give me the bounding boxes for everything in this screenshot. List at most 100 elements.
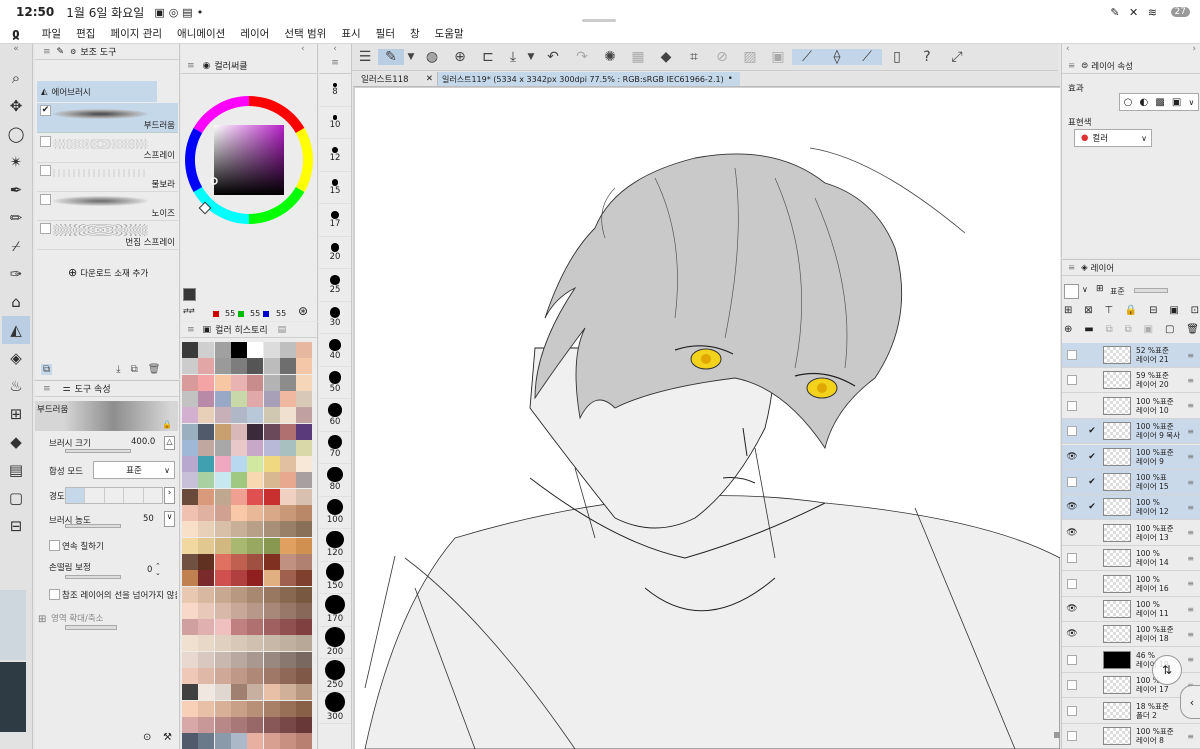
color-swatch[interactable] xyxy=(214,456,231,473)
panel-grip-icon[interactable]: ≡ xyxy=(187,325,195,335)
color-swatch[interactable] xyxy=(182,733,198,749)
color-swatch[interactable] xyxy=(198,651,215,668)
figure-tool-icon[interactable]: ⊞ xyxy=(2,400,30,428)
color-swatch[interactable] xyxy=(296,570,313,587)
invert-selection-icon[interactable]: ▨ xyxy=(736,49,764,65)
color-history-title[interactable]: 컬러 히스토리 xyxy=(215,323,268,336)
eraser-tool-icon[interactable]: ◈ xyxy=(2,344,30,372)
layer-row[interactable]: 100 %표준 레이어 10 ≡ xyxy=(1062,393,1200,419)
snap-special-icon[interactable]: ⟠ xyxy=(822,49,852,65)
save-icon[interactable]: ⤓ xyxy=(502,49,524,65)
color-swatch[interactable] xyxy=(198,358,215,375)
panel-grip-icon[interactable]: ≡ xyxy=(43,384,51,394)
color-swatch[interactable] xyxy=(296,456,313,473)
brush-size-item[interactable]: 17 xyxy=(319,204,351,237)
menu-selection[interactable]: 선택 범위 xyxy=(284,26,326,41)
wrench-icon[interactable]: ⚒ xyxy=(163,732,172,743)
menu-animation[interactable]: 애니메이션 xyxy=(177,26,225,41)
brush-size-item[interactable]: 300 xyxy=(319,692,351,724)
color-swatch[interactable] xyxy=(230,651,247,668)
visibility-checkbox[interactable] xyxy=(1067,680,1077,691)
color-swatch[interactable] xyxy=(247,668,264,684)
color-swatch[interactable] xyxy=(214,635,231,652)
lasso-tool-icon[interactable]: ◯ xyxy=(2,120,30,148)
color-swatch[interactable] xyxy=(279,700,296,717)
brush-size-item[interactable]: 50 xyxy=(319,367,351,399)
color-swatch[interactable] xyxy=(247,733,264,749)
border-effect-icon[interactable]: ○ xyxy=(1124,97,1133,108)
color-swatch[interactable] xyxy=(182,472,198,489)
fill-icon[interactable]: ◆ xyxy=(652,49,680,65)
color-swatch[interactable] xyxy=(263,733,280,749)
brush-density-value[interactable]: 50 xyxy=(143,514,154,524)
color-swatch[interactable] xyxy=(182,439,198,456)
frame-tool-icon[interactable]: ▢ xyxy=(2,484,30,512)
layer-row[interactable]: 100 % 레이어 16 ≡ xyxy=(1062,571,1200,597)
clear-icon[interactable]: ▦ xyxy=(624,49,652,65)
color-swatch[interactable] xyxy=(182,505,198,521)
swap-color-icon[interactable]: ⇄⇄ xyxy=(183,307,195,315)
color-swatch[interactable] xyxy=(182,488,198,505)
snap-grid-icon[interactable]: ⟋ xyxy=(852,49,882,65)
brush-size-item[interactable]: 150 xyxy=(319,562,351,594)
color-swatch[interactable] xyxy=(296,521,313,538)
visibility-checkbox[interactable] xyxy=(1067,731,1077,741)
color-swatch[interactable] xyxy=(198,570,215,587)
layer-row[interactable]: 100 %표준 레이어 8 ≡ xyxy=(1062,724,1200,749)
hardness-selector[interactable] xyxy=(65,487,163,504)
color-swatch[interactable] xyxy=(279,733,296,749)
color-swatch[interactable] xyxy=(198,505,215,521)
pencil-tool-icon[interactable]: ✏ xyxy=(2,204,30,232)
collapse-icon[interactable]: ‹ xyxy=(319,44,351,58)
color-swatch[interactable] xyxy=(198,619,215,636)
color-swatch[interactable] xyxy=(247,716,264,733)
stabilization-value[interactable]: 0 xyxy=(147,565,152,575)
color-swatch[interactable] xyxy=(296,635,313,652)
brush-item-noise[interactable]: 노이즈 xyxy=(37,192,178,221)
quick-access-icon[interactable]: ✎ xyxy=(378,49,404,65)
color-swatch[interactable] xyxy=(230,488,247,505)
brush-size-item[interactable]: 15 xyxy=(319,172,351,204)
brush-size-item[interactable]: 80 xyxy=(319,464,351,497)
color-swatch[interactable] xyxy=(263,700,280,717)
color-swatch[interactable] xyxy=(279,586,296,603)
color-swatch[interactable] xyxy=(247,553,264,570)
color-swatch[interactable] xyxy=(230,456,247,473)
brush-item-spray[interactable]: 스프레이 xyxy=(37,134,178,163)
color-swatch[interactable] xyxy=(182,553,198,570)
color-swatch[interactable] xyxy=(279,668,296,684)
color-swatch[interactable] xyxy=(198,684,215,701)
chevron-down-icon[interactable]: ∨ xyxy=(1189,98,1195,107)
sub-tool-settings-icon[interactable]: ⧉ xyxy=(41,363,53,375)
color-swatch[interactable] xyxy=(296,602,313,619)
brush-size-item[interactable]: 30 xyxy=(319,302,351,334)
color-swatch[interactable] xyxy=(279,456,296,473)
copy-brush-icon[interactable]: ⧉ xyxy=(131,364,138,375)
color-swatch[interactable] xyxy=(263,651,280,668)
color-swatch[interactable] xyxy=(247,521,264,538)
color-swatch[interactable] xyxy=(182,619,198,636)
transform-icon[interactable]: ⌗ xyxy=(680,49,708,65)
hardness-level-4[interactable] xyxy=(124,488,144,503)
color-swatch[interactable] xyxy=(263,684,280,701)
color-swatch[interactable] xyxy=(296,700,313,717)
chevron-down-icon[interactable]: ∨ xyxy=(164,511,175,527)
canvas[interactable] xyxy=(355,88,1060,749)
color-swatch[interactable] xyxy=(230,358,247,375)
color-swatch[interactable] xyxy=(247,586,264,603)
color-swatch[interactable] xyxy=(247,570,264,587)
color-swatch[interactable] xyxy=(279,358,296,375)
zoom-slider[interactable] xyxy=(65,625,117,630)
visibility-checkbox[interactable] xyxy=(1067,375,1077,386)
drag-handle-icon[interactable]: ≡ xyxy=(1187,528,1194,537)
color-swatch[interactable] xyxy=(279,684,296,701)
color-swatch[interactable] xyxy=(247,390,264,407)
color-swatch[interactable] xyxy=(247,602,264,619)
drag-handle-icon[interactable]: ≡ xyxy=(1187,732,1194,741)
color-swatch[interactable] xyxy=(263,570,280,587)
color-swatch[interactable] xyxy=(198,423,215,440)
color-swatch[interactable] xyxy=(230,423,247,440)
visibility-checkbox[interactable] xyxy=(1067,477,1077,487)
color-swatch[interactable] xyxy=(279,374,296,391)
color-swatch[interactable] xyxy=(182,374,198,391)
